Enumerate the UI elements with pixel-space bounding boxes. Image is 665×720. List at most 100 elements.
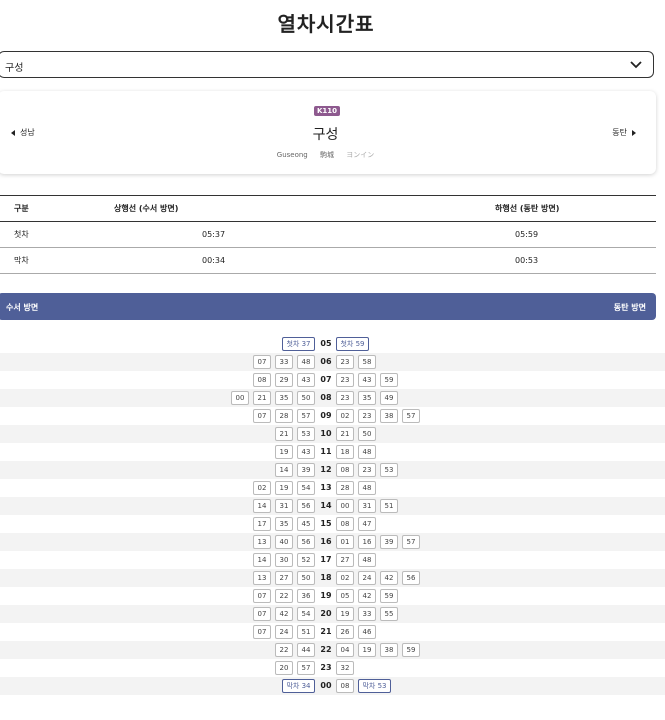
station-select[interactable]: 구성 xyxy=(0,51,654,78)
minute-chip: 04 xyxy=(336,643,354,657)
timetable-row: 13 40 56 16 01 16 39 57 xyxy=(0,533,665,551)
minute-chip: 07 xyxy=(253,607,271,621)
minute-chip: 48 xyxy=(358,445,376,459)
up-minutes: 막차 34 xyxy=(282,679,315,693)
down-minutes: 32 xyxy=(336,661,354,675)
minute-chip: 43 xyxy=(297,445,315,459)
line-badge: K110 xyxy=(314,106,341,116)
minute-chip: 42 xyxy=(358,589,376,603)
up-minutes: 21 53 xyxy=(275,427,315,441)
minute-chip: 14 xyxy=(275,463,293,477)
minute-chip: 35 xyxy=(275,391,293,405)
row-down-time: 05:59 xyxy=(362,221,656,248)
table-row: 첫차 05:37 05:59 xyxy=(0,221,656,248)
up-minutes: 07 22 36 xyxy=(253,589,315,603)
up-minutes: 07 33 48 xyxy=(253,355,315,369)
minute-chip: 첫차 37 xyxy=(282,337,315,351)
up-minutes: 20 57 xyxy=(275,661,315,675)
minute-chip: 36 xyxy=(297,589,315,603)
minute-chip: 01 xyxy=(336,535,354,549)
minute-chip: 21 xyxy=(336,427,354,441)
timetable-row: 07 33 48 06 23 58 xyxy=(0,353,665,371)
timetable-row: 22 44 22 04 19 38 59 xyxy=(0,641,665,659)
minute-chip: 38 xyxy=(380,409,398,423)
station-name: 구성 xyxy=(312,127,339,143)
minute-chip: 51 xyxy=(297,625,315,639)
minute-chip: 42 xyxy=(380,571,398,585)
minute-chip: 21 xyxy=(275,427,293,441)
minute-chip: 57 xyxy=(402,535,420,549)
timetable-row: 08 29 43 07 23 43 59 xyxy=(0,371,665,389)
minute-chip: 20 xyxy=(275,661,293,675)
up-minutes: 00 21 35 50 xyxy=(231,391,315,405)
minute-chip: 27 xyxy=(275,571,293,585)
minute-chip: 50 xyxy=(297,571,315,585)
timetable-row: 21 53 10 21 50 xyxy=(0,425,665,443)
up-minutes: 19 43 xyxy=(275,445,315,459)
minute-chip: 00 xyxy=(231,391,249,405)
minute-chip: 28 xyxy=(275,409,293,423)
hour-label: 00 xyxy=(320,681,332,690)
up-minutes: 13 27 50 xyxy=(253,571,315,585)
minute-chip: 13 xyxy=(253,535,271,549)
up-minutes: 17 35 45 xyxy=(253,517,315,531)
next-station-link[interactable]: 동탄 xyxy=(612,127,636,138)
hour-label: 11 xyxy=(320,447,332,456)
minute-chip: 56 xyxy=(402,571,420,585)
row-down-time: 00:53 xyxy=(362,247,656,274)
minute-chip: 35 xyxy=(358,391,376,405)
triangle-right-icon xyxy=(632,129,636,136)
minute-chip: 16 xyxy=(358,535,376,549)
down-minutes: 00 31 51 xyxy=(336,499,398,513)
timetable-row: 07 28 57 09 02 23 38 57 xyxy=(0,407,665,425)
minute-chip: 32 xyxy=(336,661,354,675)
station-name-zh: 駒城 xyxy=(319,151,334,159)
minute-chip: 52 xyxy=(297,553,315,567)
hour-label: 17 xyxy=(320,555,332,564)
minute-chip: 02 xyxy=(336,409,354,423)
hour-label: 20 xyxy=(320,609,332,618)
up-minutes: 07 24 51 xyxy=(253,625,315,639)
minute-chip: 08 xyxy=(336,679,354,693)
next-station-label: 동탄 xyxy=(612,128,627,137)
up-minutes: 02 19 54 xyxy=(253,481,315,495)
minute-chip: 54 xyxy=(297,607,315,621)
down-minutes: 01 16 39 57 xyxy=(336,535,420,549)
table-header-row: 구분 상행선 (수서 방면) 하행선 (동탄 방면) xyxy=(0,195,656,222)
down-minutes: 08 23 53 xyxy=(336,463,398,477)
hour-label: 13 xyxy=(320,483,332,492)
row-up-time: 00:34 xyxy=(114,247,362,274)
header-up: 상행선 (수서 방면) xyxy=(114,195,362,222)
minute-chip: 50 xyxy=(358,427,376,441)
timetable-row: 17 35 45 15 08 47 xyxy=(0,515,665,533)
minute-chip: 39 xyxy=(380,535,398,549)
hour-label: 07 xyxy=(320,375,332,384)
prev-station-link[interactable]: 성남 xyxy=(11,127,35,138)
minute-chip: 23 xyxy=(358,409,376,423)
timetable-row: 14 30 52 17 27 48 xyxy=(0,551,665,569)
timetable-row: 막차 34 00 08 막차 53 xyxy=(0,677,665,695)
down-minutes: 08 47 xyxy=(336,517,376,531)
station-select-value: 구성 xyxy=(5,63,24,74)
down-minutes: 05 42 59 xyxy=(336,589,398,603)
minute-chip: 24 xyxy=(358,571,376,585)
minute-chip: 19 xyxy=(336,607,354,621)
chevron-down-icon[interactable] xyxy=(629,58,643,72)
minute-chip: 30 xyxy=(275,553,293,567)
minute-chip: 07 xyxy=(253,409,271,423)
minute-chip: 59 xyxy=(380,373,398,387)
down-minutes: 21 50 xyxy=(336,427,376,441)
minute-chip: 14 xyxy=(253,553,271,567)
hour-label: 10 xyxy=(320,429,332,438)
minute-chip: 48 xyxy=(358,553,376,567)
station-name-en: Guseong xyxy=(276,151,308,159)
table-row: 막차 00:34 00:53 xyxy=(0,247,656,274)
minute-chip: 55 xyxy=(380,607,398,621)
down-minutes: 27 48 xyxy=(336,553,376,567)
minute-chip: 28 xyxy=(336,481,354,495)
minute-chip: 08 xyxy=(336,463,354,477)
minute-chip: 첫차 59 xyxy=(336,337,369,351)
minute-chip: 29 xyxy=(275,373,293,387)
minute-chip: 07 xyxy=(253,589,271,603)
timetable-row: 07 22 36 19 05 42 59 xyxy=(0,587,665,605)
